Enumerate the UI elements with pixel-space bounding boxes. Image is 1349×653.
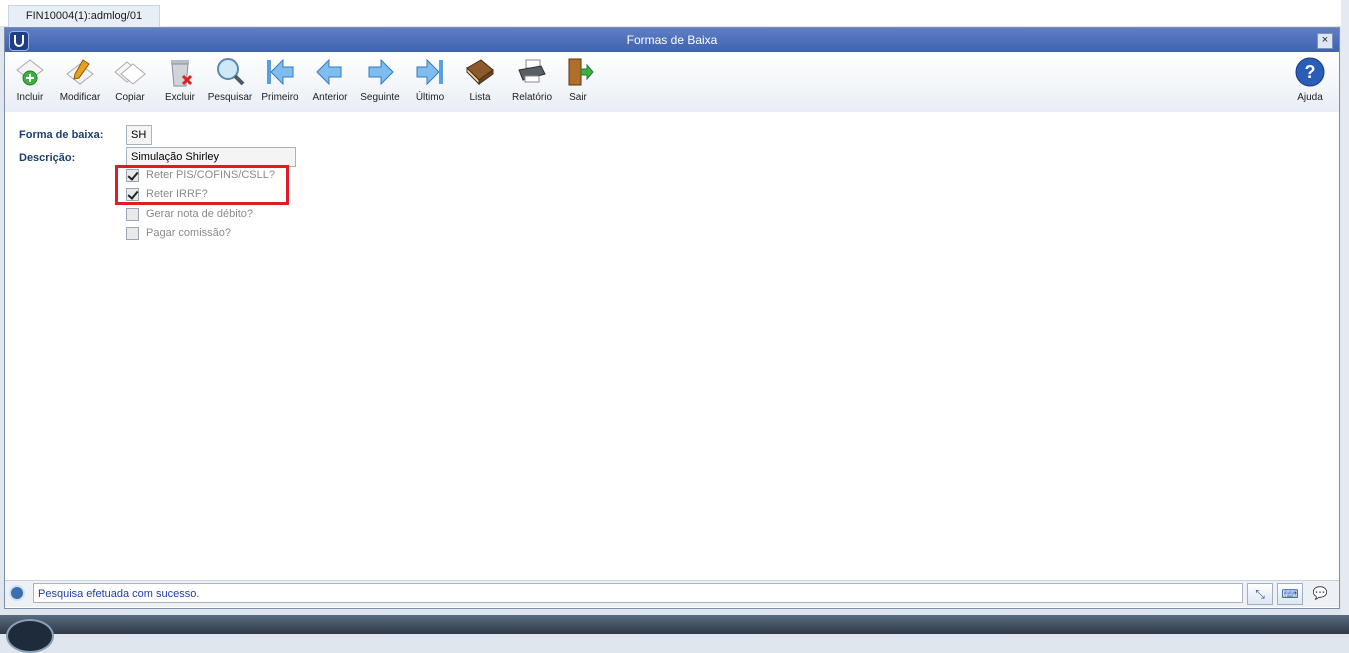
excluir-label: Excluir [164, 92, 195, 103]
exit-door-icon [561, 56, 595, 88]
trash-icon [163, 56, 197, 88]
seguinte-label: Seguinte [360, 92, 400, 103]
modificar-button[interactable]: Modificar [55, 56, 105, 110]
window-title: Formas de Baixa [626, 33, 718, 47]
taskbar [0, 615, 1349, 653]
anterior-button[interactable]: Anterior [305, 56, 355, 110]
incluir-button[interactable]: Incluir [5, 56, 55, 110]
program-window: Formas de Baixa × Incluir Modificar Copi… [4, 27, 1340, 609]
copiar-label: Copiar [115, 92, 145, 103]
printer-icon [515, 56, 549, 88]
first-arrow-icon [263, 56, 297, 88]
relatorio-label: Relatório [511, 92, 553, 103]
title-bar: Formas de Baixa × [5, 28, 1339, 52]
previous-arrow-icon [313, 56, 347, 88]
lista-label: Lista [469, 92, 491, 103]
highlight-box [115, 165, 289, 205]
status-globe-icon[interactable] [9, 585, 25, 601]
ajuda-label: Ajuda [1297, 92, 1323, 103]
next-arrow-icon [363, 56, 397, 88]
program-tab[interactable]: FIN10004(1):admlog/01 [8, 5, 160, 27]
edit-document-icon [63, 56, 97, 88]
copy-document-icon [113, 56, 147, 88]
ajuda-button[interactable]: ? Ajuda [1285, 56, 1335, 110]
help-icon: ? [1293, 56, 1327, 88]
primeiro-label: Primeiro [261, 92, 299, 103]
pesquisar-label: Pesquisar [207, 92, 253, 103]
sair-label: Sair [569, 92, 587, 103]
status-bar: Pesquisa efetuada com sucesso. ⤡ ⌨ 💬 [5, 580, 1339, 607]
ultimo-label: Último [415, 92, 445, 103]
copiar-button[interactable]: Copiar [105, 56, 155, 110]
anterior-label: Anterior [312, 92, 348, 103]
add-document-icon [13, 56, 47, 88]
descricao-label: Descrição: [19, 152, 76, 164]
toolbar: Incluir Modificar Copiar Excluir Pesquis… [5, 52, 1339, 112]
relatorio-button[interactable]: Relatório [507, 56, 557, 110]
sair-button[interactable]: Sair [553, 56, 603, 110]
gerar-nota-checkbox[interactable] [126, 208, 139, 221]
descricao-field[interactable]: Simulação Shirley [126, 147, 296, 167]
pagar-comissao-checkbox[interactable] [126, 227, 139, 240]
seguinte-button[interactable]: Seguinte [355, 56, 405, 110]
svg-text:?: ? [1305, 62, 1316, 82]
book-icon [463, 56, 497, 88]
tab-bar: FIN10004(1):admlog/01 [0, 0, 1349, 27]
magnifier-icon [213, 56, 247, 88]
right-edge [1341, 0, 1349, 615]
keyboard-button[interactable]: ⌨ [1277, 583, 1303, 605]
gerar-nota-label: Gerar nota de débito? [146, 208, 254, 220]
resize-button[interactable]: ⤡ [1247, 583, 1273, 605]
forma-field[interactable]: SH [126, 125, 152, 145]
status-message: Pesquisa efetuada com sucesso. [33, 583, 1243, 603]
pesquisar-button[interactable]: Pesquisar [205, 56, 255, 110]
modificar-label: Modificar [59, 92, 101, 103]
close-button[interactable]: × [1317, 33, 1333, 49]
incluir-label: Incluir [16, 92, 44, 103]
primeiro-button[interactable]: Primeiro [255, 56, 305, 110]
start-orb-icon[interactable] [6, 619, 54, 653]
ultimo-button[interactable]: Último [405, 56, 455, 110]
chat-button[interactable]: 💬 [1307, 583, 1333, 605]
lista-button[interactable]: Lista [455, 56, 505, 110]
last-arrow-icon [413, 56, 447, 88]
forma-label: Forma de baixa: [19, 129, 104, 141]
excluir-button[interactable]: Excluir [155, 56, 205, 110]
pagar-comissao-label: Pagar comissão? [146, 227, 231, 239]
